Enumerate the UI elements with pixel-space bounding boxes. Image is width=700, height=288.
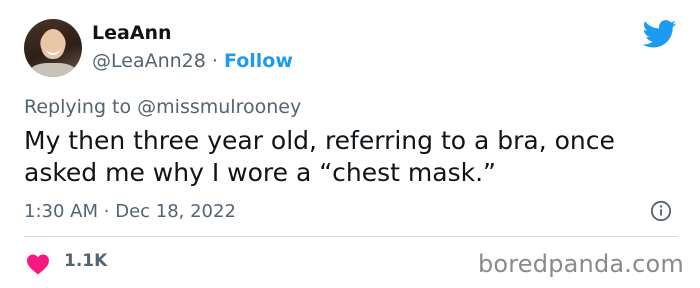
- tweet-text: My then three year old, referring to a b…: [24, 126, 615, 187]
- display-name[interactable]: LeaAnn: [92, 22, 172, 44]
- user-handle[interactable]: @LeaAnn28: [92, 50, 206, 72]
- handle-separator: ·: [211, 50, 218, 72]
- tweet-date: Dec 18, 2022: [115, 201, 236, 222]
- twitter-bird-icon[interactable]: [643, 20, 677, 48]
- follow-button[interactable]: Follow: [224, 50, 293, 72]
- timestamp-separator: ·: [103, 201, 110, 222]
- reply-mention-link[interactable]: @missmulrooney: [137, 96, 301, 118]
- avatar-shirt: [30, 63, 76, 77]
- info-icon[interactable]: [650, 200, 672, 222]
- replying-to-line: Replying to @missmulrooney: [24, 96, 301, 118]
- divider: [24, 236, 678, 237]
- avatar[interactable]: [24, 19, 82, 77]
- tweet-time: 1:30 AM: [24, 201, 98, 222]
- heart-icon[interactable]: [26, 253, 50, 275]
- watermark: boredpanda.com: [477, 250, 684, 278]
- like-count: 1.1K: [64, 251, 108, 271]
- handle-row: @LeaAnn28 · Follow: [92, 50, 293, 72]
- tweet-timestamp[interactable]: 1:30 AM · Dec 18, 2022: [24, 201, 236, 222]
- replying-to-prefix: Replying to: [24, 96, 132, 118]
